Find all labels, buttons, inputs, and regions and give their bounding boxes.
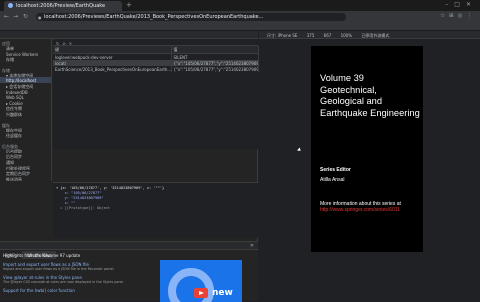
whats-new-item-title[interactable]: Support for the hwb() color function <box>3 288 153 293</box>
bookmarks-bar: YouTubeGitHub翻译MSDN Web Docsstackoverflo… <box>0 22 480 31</box>
application-sidebar: 应用 清单 Service Workers 存储 存储 ▾ 本地存储空间 http://lo… <box>0 39 52 181</box>
device-toolbar: 尺寸: iPhone SE 375 667 100% 已停用节流模式 <box>259 31 480 39</box>
device-width[interactable]: 375 <box>307 33 315 38</box>
url-text: localhost:2006/Previews/EarthQuake/2013_… <box>44 14 264 20</box>
preview-line: ▸ [[Prototype]]: Object <box>56 206 111 210</box>
book-page: Volume 39 Geotechnical, Geological and E… <box>311 46 423 252</box>
local-storage-view: ↻⊘✕ 键 值 loglevel:webpack-dev-server SILEN… <box>53 39 259 149</box>
favicon-icon <box>8 3 13 8</box>
storage-toolbar: ↻⊘✕ <box>53 39 258 46</box>
bottom-drawer: 控制台 What's New ✕ Highlights from the Chro… <box>0 241 258 302</box>
video-label: new <box>212 288 233 298</box>
whats-new-item-desc: The @layer CSS cascade at-rules are now … <box>3 280 124 284</box>
play-icon[interactable] <box>194 288 208 298</box>
lock-icon: ● <box>38 14 42 20</box>
device-height[interactable]: 667 <box>324 33 332 38</box>
browser-tab-title: localhost:2006/Preview/EarthQuake <box>16 3 106 9</box>
series-editor-label: Series Editor <box>320 167 351 173</box>
device-select[interactable]: 尺寸: iPhone SE <box>267 33 297 39</box>
whats-new-video[interactable]: new <box>160 260 242 302</box>
back-arrow-icon[interactable]: ← <box>4 13 9 20</box>
drawer-tabs: 控制台 What's New <box>0 242 258 259</box>
column-header-key[interactable]: 键 <box>53 46 172 54</box>
address-toolbar: ← → ↻ ● localhost:2006/Previews/EarthQua… <box>0 11 480 22</box>
whats-new-item[interactable]: Support for the hwb() color function <box>3 288 153 293</box>
whats-new-item-desc: Import and export user flows as a JSON f… <box>3 267 115 271</box>
series-editor-name: Atilla Ansal <box>320 177 345 183</box>
storage-table: 键 值 loglevel:webpack-dev-server SILENT loc… <box>53 46 259 72</box>
value-preview: ▾ {x: '105/06/27877', y: '2514023807909'… <box>53 182 258 238</box>
table-cell-value: {"x":"105/06/27877","y":"2514023807909",… <box>171 60 259 66</box>
volume-title: Volume 39 Geotechnical, Geological and E… <box>320 73 420 118</box>
column-header-value[interactable]: 值 <box>171 46 259 54</box>
throttle-select[interactable]: 已停用节流模式 <box>361 33 389 39</box>
close-drawer-icon[interactable]: ✕ <box>250 243 254 249</box>
table-row[interactable]: EarthScience/2013_Book_PerspectivesOnEur… <box>53 66 259 72</box>
device-viewport: 尺寸: iPhone SE 375 667 100% 已停用节流模式 Volum… <box>259 31 480 270</box>
new-tab-plus-icon[interactable]: + <box>126 1 132 9</box>
forward-arrow-icon[interactable]: → <box>13 13 18 20</box>
clear-icon[interactable]: ✕ <box>69 41 75 46</box>
more-info-text: More information about this series at ht… <box>320 201 420 213</box>
browser-tabbar: localhost:2006/Preview/EarthQuake + –□✕ <box>0 0 480 11</box>
devtools-tabs: ElementsConsoleSourcesNetworkPerformance… <box>0 31 258 39</box>
zoom-select[interactable]: 100% <box>341 33 352 38</box>
table-cell-value: {"x":"105/06/27877","y":"2514023807909",… <box>171 66 259 72</box>
reload-icon[interactable]: ↻ <box>23 13 28 20</box>
window-controls[interactable]: –□✕ <box>445 1 477 8</box>
springer-link[interactable]: http://www.springer.com/series/6011 <box>320 207 400 213</box>
devtools-panel: ElementsConsoleSourcesNetworkPerformance… <box>0 31 259 302</box>
extension-icons[interactable]: ☆⊞◎⋮ <box>440 13 476 19</box>
url-bar[interactable]: ● localhost:2006/Previews/EarthQuake/201… <box>36 13 346 21</box>
browser-tab[interactable]: localhost:2006/Preview/EarthQuake <box>4 1 122 11</box>
table-cell-key: EarthScience/2013_Book_PerspectivesOnEur… <box>53 66 172 72</box>
whats-new-item[interactable]: View @layer at-rules in the Styles pane T… <box>3 275 153 284</box>
sidebar-item[interactable]: 推送消息 <box>0 176 51 181</box>
